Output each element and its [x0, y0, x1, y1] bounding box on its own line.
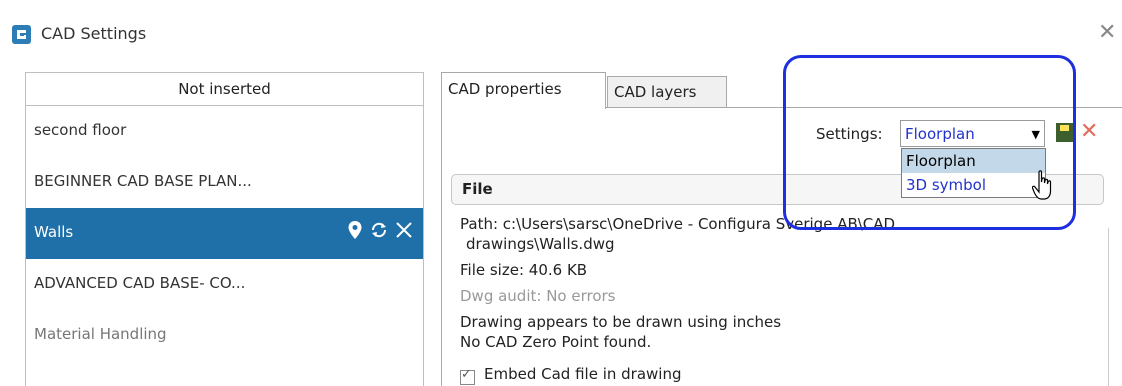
list-item-label: second floor — [34, 121, 127, 139]
cad-app-icon — [12, 25, 31, 44]
list-item[interactable]: BEGINNER CAD BASE PLAN... — [26, 157, 423, 208]
location-pin-icon[interactable] — [347, 220, 363, 244]
cad-list-panel: Not inserted second floor BEGINNER CAD B… — [25, 72, 424, 386]
tab-cad-properties[interactable]: CAD properties — [441, 72, 606, 109]
list-item-label: BEGINNER CAD BASE PLAN... — [34, 172, 252, 190]
file-section-title: File — [462, 180, 493, 198]
zero-point-note: No CAD Zero Point found. — [460, 333, 652, 351]
properties-panel: CAD properties CAD layers Settings: Floo… — [441, 72, 1122, 386]
title-bar: CAD Settings ✕ — [0, 0, 1122, 70]
file-path-cont: drawings\Walls.dwg — [466, 235, 615, 253]
settings-selected-value: Floorplan — [905, 125, 975, 143]
list-item[interactable]: Material Handling — [26, 310, 423, 361]
dropdown-option-3d-symbol[interactable]: 3D symbol — [902, 173, 1045, 197]
tab-content: Settings: Floorplan ▼ ✕ Floorplan 3D sym… — [441, 107, 1122, 386]
embed-label: Embed Cad file in drawing — [484, 365, 682, 383]
tab-cad-layers[interactable]: CAD layers — [607, 76, 727, 107]
list-item-label: Material Handling — [34, 325, 167, 343]
units-note: Drawing appears to be drawn using inches — [460, 313, 782, 331]
list-header: Not inserted — [26, 73, 423, 106]
embed-checkbox[interactable] — [460, 367, 475, 385]
dwg-audit: Dwg audit: No errors — [460, 287, 616, 305]
window-title: CAD Settings — [41, 24, 147, 43]
close-icon[interactable]: ✕ — [1098, 20, 1116, 45]
tab-label: CAD layers — [614, 83, 697, 101]
refresh-icon[interactable] — [369, 220, 389, 244]
save-icon[interactable] — [1056, 123, 1074, 142]
delete-icon[interactable]: ✕ — [1080, 119, 1098, 144]
dropdown-arrow-icon[interactable]: ▼ — [1032, 121, 1040, 148]
remove-icon[interactable] — [395, 221, 413, 243]
list-item[interactable]: ADVANCED CAD BASE- CO... — [26, 259, 423, 310]
settings-dropdown-menu: Floorplan 3D symbol — [901, 148, 1046, 198]
scrollbar[interactable] — [1108, 228, 1109, 386]
list-item[interactable]: second floor — [26, 106, 423, 157]
dropdown-option-floorplan[interactable]: Floorplan — [902, 149, 1045, 173]
list-item-label: Walls — [34, 223, 74, 241]
file-path: Path: c:\Users\sarsc\OneDrive - Configur… — [460, 215, 896, 233]
settings-select[interactable]: Floorplan ▼ — [900, 120, 1045, 147]
row-actions — [347, 220, 413, 244]
list-item-label: ADVANCED CAD BASE- CO... — [34, 274, 246, 292]
settings-label: Settings: — [816, 125, 883, 143]
mouse-cursor-icon — [1031, 170, 1054, 206]
file-size: File size: 40.6 KB — [460, 261, 588, 279]
tab-label: CAD properties — [448, 80, 562, 98]
list-item-selected[interactable]: Walls — [26, 208, 423, 259]
